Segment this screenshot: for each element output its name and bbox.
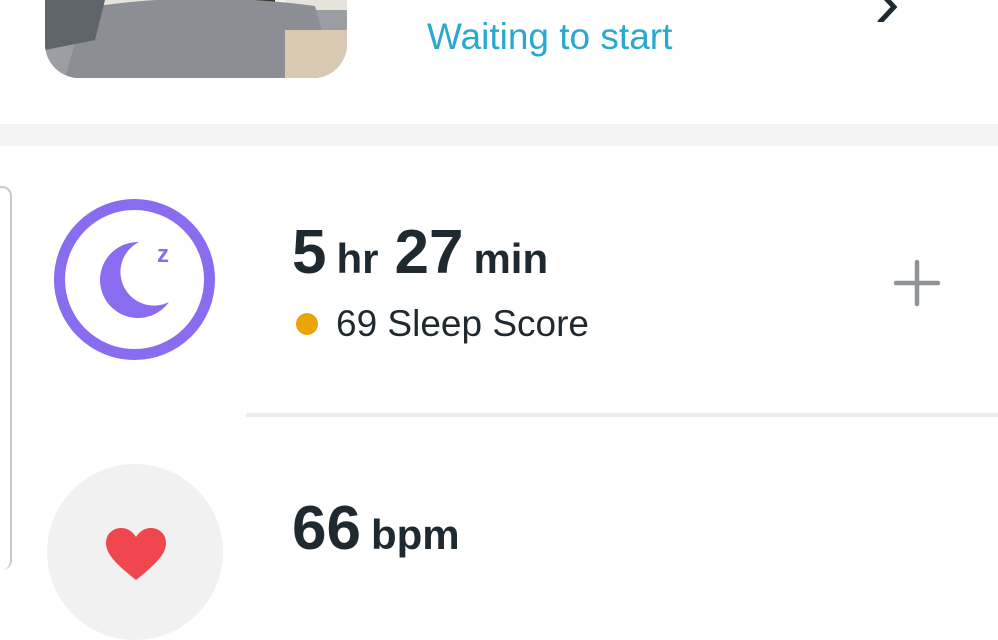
sleep-hours: 5 (292, 218, 327, 287)
program-title-clipped (428, 0, 908, 4)
heart-rate-unit: bpm (370, 511, 460, 558)
bedroom-image (45, 0, 347, 78)
sleep-moon-icon[interactable]: z (53, 198, 216, 361)
sleep-score-text: 69 Sleep Score (336, 303, 590, 344)
heart-rate-number: 66 (292, 494, 361, 563)
sleep-hours-unit: hr (336, 235, 379, 282)
sleep-duration: 5 hr 27 min (292, 218, 564, 288)
sleep-minutes: 27 (394, 218, 464, 287)
sleep-score-row: 69 Sleep Score (296, 302, 589, 346)
sleep-minutes-unit: min (473, 235, 549, 282)
program-thumbnail[interactable] (45, 0, 347, 78)
left-panel-edge (0, 186, 12, 570)
row-divider (246, 413, 998, 417)
svg-text:z: z (157, 241, 169, 268)
heart-icon (106, 528, 166, 580)
sleep-score-dot (296, 313, 318, 335)
chevron-right-icon[interactable] (872, 0, 902, 22)
section-divider (0, 124, 998, 146)
program-status: Waiting to start (427, 16, 673, 57)
heart-rate-value: 66 bpm (292, 494, 476, 564)
plus-icon[interactable] (892, 258, 942, 308)
